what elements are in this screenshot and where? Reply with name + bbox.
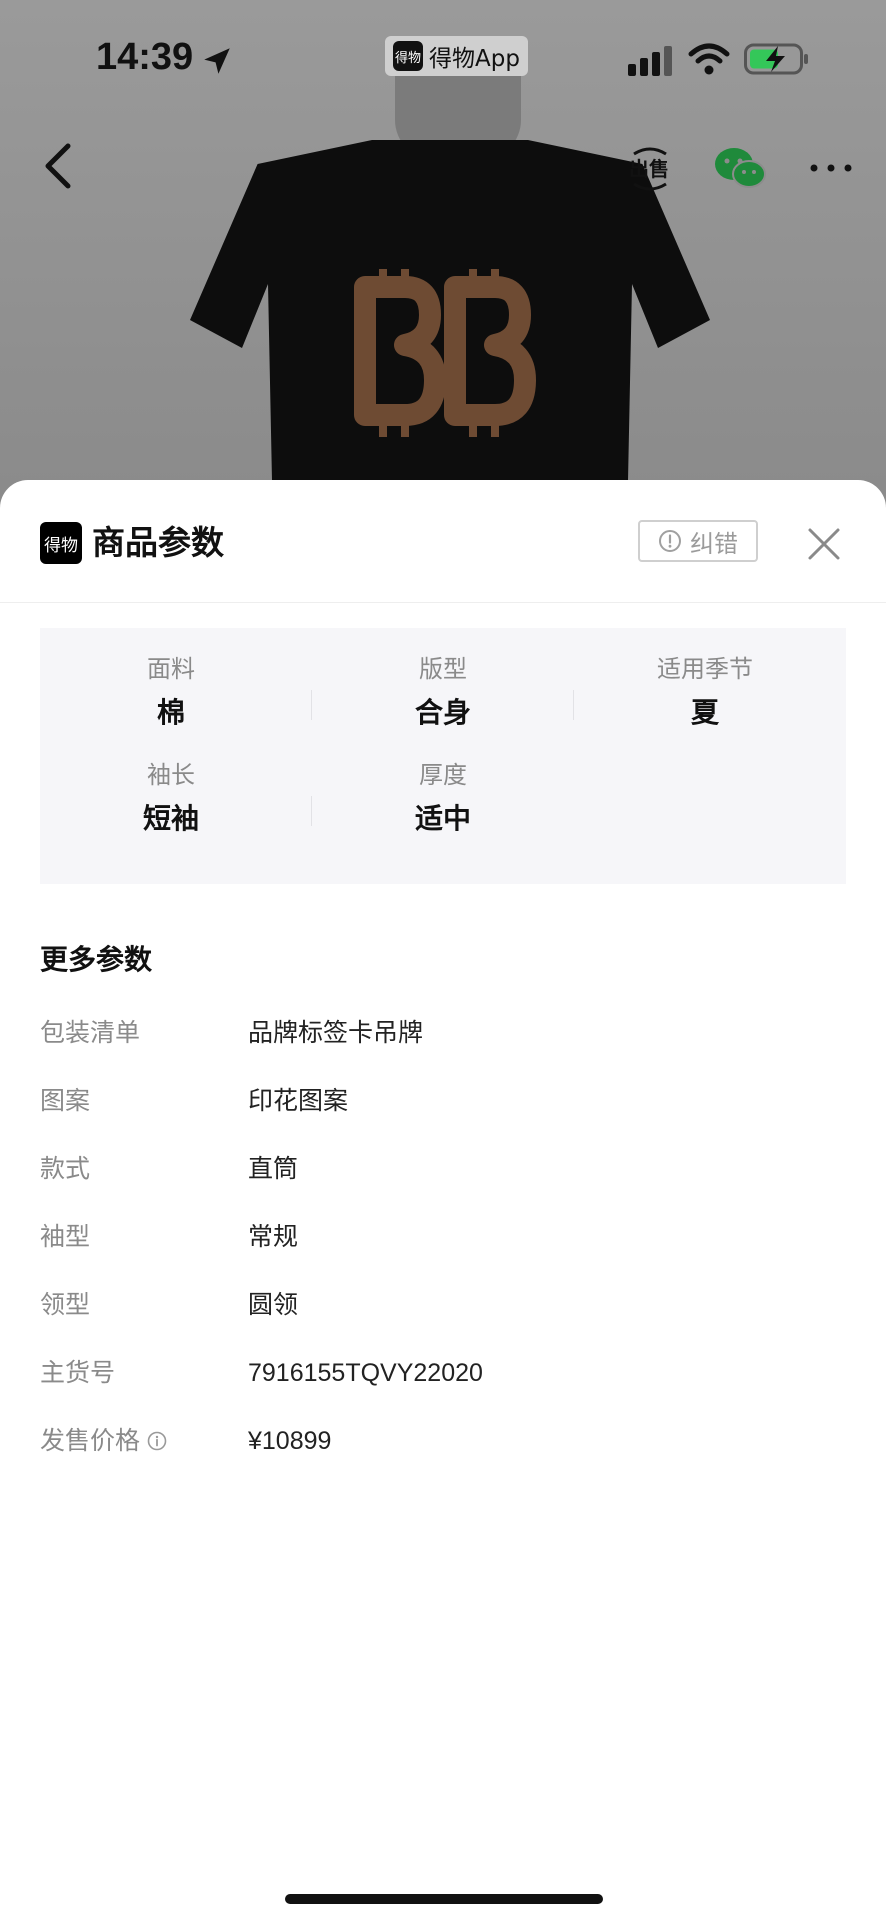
param-row-label: 发售价格 (40, 1426, 141, 1455)
key-param-label: 面料 (147, 655, 195, 683)
param-row-label: 包装清单 (40, 1018, 141, 1047)
key-param-value: 短袖 (142, 802, 199, 835)
status-bar: 14:39 得物 得物App (0, 0, 886, 120)
cellular-signal-icon (628, 46, 672, 76)
key-param-season: 适用季节 夏 (574, 654, 836, 730)
param-row-label: 袖型 (40, 1222, 91, 1251)
product-params-sheet: 得物 商品参数 纠错 面料 棉 版型 合身 适用季节 夏 袖长 短袖 厚度 适中… (0, 480, 886, 1920)
key-param-label: 版型 (419, 655, 467, 683)
source-app-pill[interactable]: 得物 得物App (385, 36, 528, 76)
wechat-icon[interactable] (714, 146, 766, 190)
chevron-left-icon[interactable] (40, 140, 76, 192)
param-row-label-wrap: 发售价格 (40, 1424, 248, 1458)
param-row-label: 款式 (40, 1154, 91, 1183)
close-icon[interactable] (806, 526, 842, 562)
param-row-label: 主货号 (40, 1358, 116, 1387)
more-params-title: 更多参数 (40, 943, 153, 976)
battery-charging-icon (744, 43, 808, 75)
status-time: 14:39 (96, 36, 194, 78)
param-row-style: 款式 直筒 (40, 1152, 846, 1220)
key-param-sleeve-length: 袖长 短袖 (40, 760, 302, 836)
home-indicator[interactable] (285, 1894, 603, 1904)
source-app-name: 得物App (429, 46, 520, 72)
info-icon[interactable] (146, 1430, 168, 1452)
key-param-label: 适用季节 (657, 655, 753, 683)
bb-logo-print (354, 269, 536, 437)
more-params-list: 包装清单 品牌标签卡吊牌 图案 印花图案 款式 直筒 袖型 常规 领型 圆领 主… (40, 1016, 846, 1492)
more-dots-icon[interactable] (808, 148, 854, 188)
param-row-label: 领型 (40, 1290, 91, 1319)
param-row-sleeve-type: 袖型 常规 (40, 1220, 846, 1288)
screen: 14:39 得物 得物App 出售 得物 商品参数 纠错 面料 棉 版型 合身 … (0, 0, 886, 1920)
param-row-value: 品牌标签卡吊牌 (248, 1018, 424, 1047)
param-row-article-number: 主货号 7916155TQVY22020 (40, 1356, 846, 1424)
sheet-header: 得物 商品参数 纠错 (0, 480, 886, 603)
param-row-pattern: 图案 印花图案 (40, 1084, 846, 1152)
param-row-value: 直筒 (248, 1154, 299, 1183)
sell-icon[interactable]: 出售 (626, 144, 674, 194)
key-param-value: 合身 (414, 696, 471, 729)
report-error-button[interactable]: 纠错 (638, 520, 758, 562)
dewu-logo: 得物 (40, 522, 82, 564)
param-row-collar: 领型 圆领 (40, 1288, 846, 1356)
key-params-panel: 面料 棉 版型 合身 适用季节 夏 袖长 短袖 厚度 适中 (40, 628, 846, 884)
key-param-fabric: 面料 棉 (40, 654, 302, 730)
param-row-value: 常规 (248, 1222, 299, 1251)
exclamation-circle-icon (659, 530, 681, 552)
location-arrow-icon (204, 48, 230, 74)
app-mini-logo: 得物 (393, 41, 423, 71)
key-param-thickness: 厚度 适中 (312, 760, 574, 836)
param-row-packaging: 包装清单 品牌标签卡吊牌 (40, 1016, 846, 1084)
key-param-value: 适中 (414, 802, 471, 835)
wifi-icon (688, 43, 730, 75)
key-param-fit: 版型 合身 (312, 654, 574, 730)
key-param-value: 夏 (690, 696, 719, 729)
param-row-value: 7916155TQVY22020 (248, 1359, 483, 1387)
param-row-value: ¥10899 (248, 1427, 332, 1455)
sell-icon-text: 出售 (629, 157, 669, 181)
report-error-label: 纠错 (690, 529, 738, 558)
key-param-label: 厚度 (419, 761, 467, 789)
key-param-value: 棉 (156, 696, 185, 729)
sheet-title: 商品参数 (92, 523, 224, 562)
param-row-value: 印花图案 (248, 1086, 349, 1115)
param-row-value: 圆领 (248, 1290, 299, 1319)
key-param-label: 袖长 (147, 761, 195, 789)
param-row-label: 图案 (40, 1086, 91, 1115)
param-row-release-price: 发售价格 ¥10899 (40, 1424, 846, 1492)
